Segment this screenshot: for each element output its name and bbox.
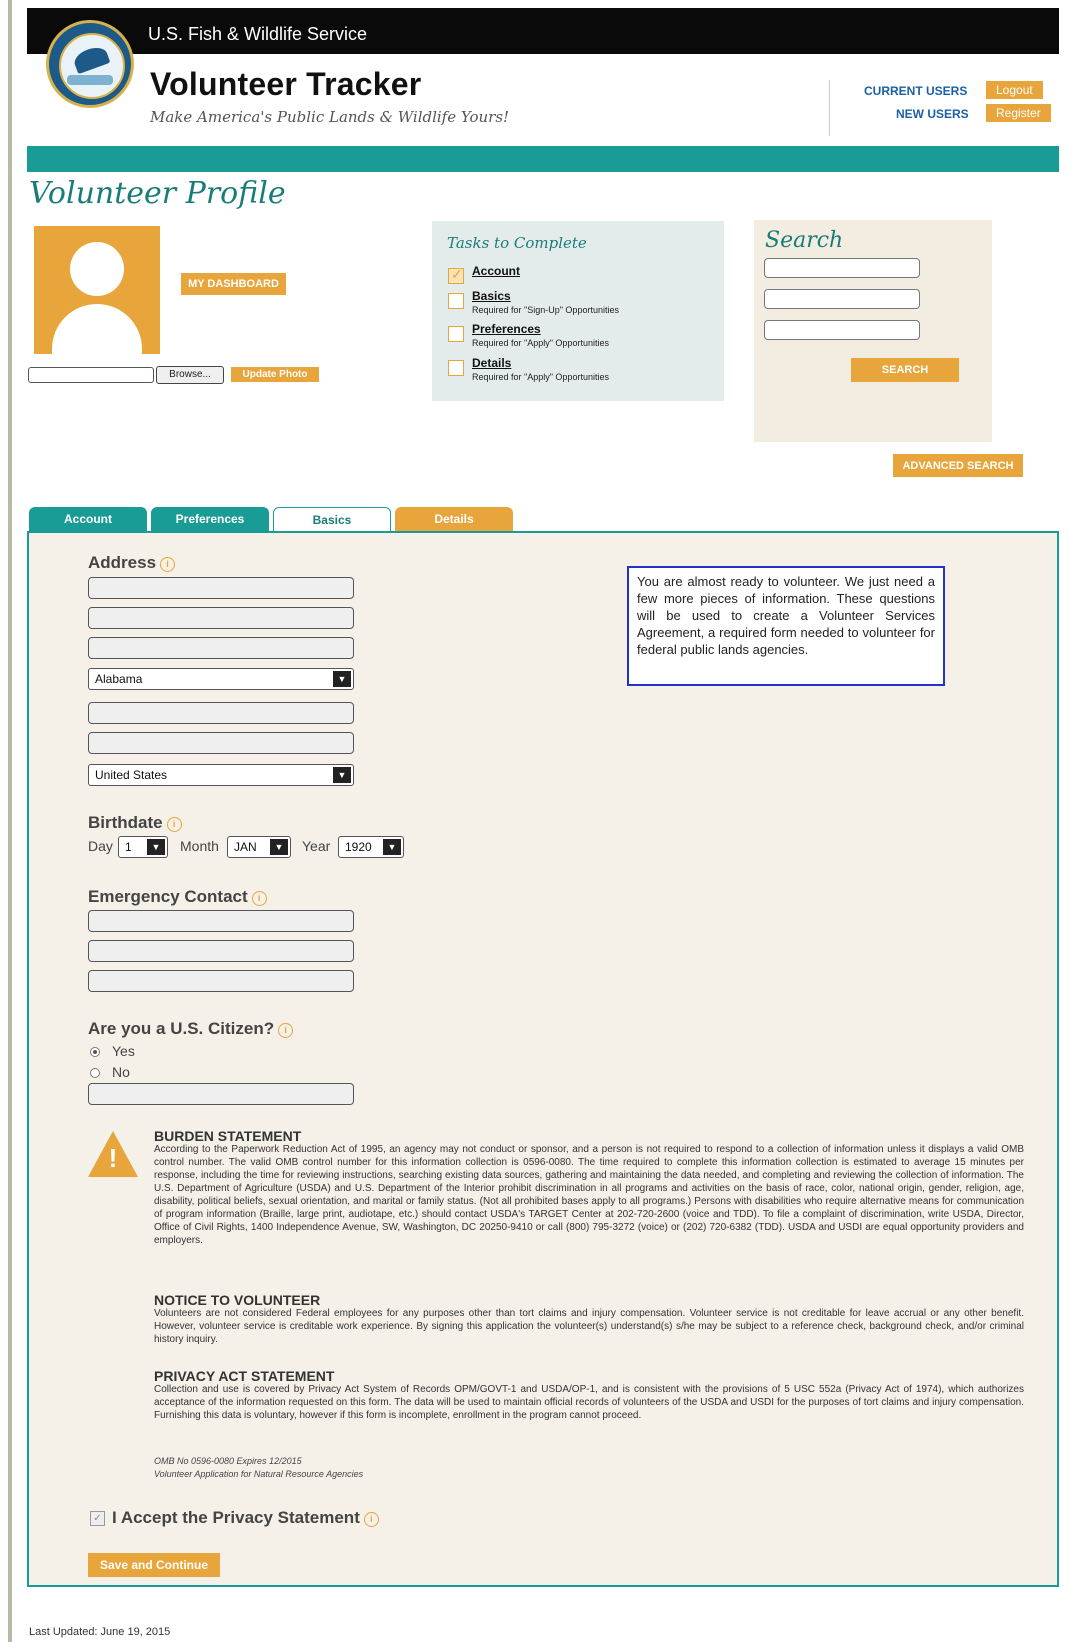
nav-band xyxy=(27,146,1059,172)
task-preferences-checkbox xyxy=(448,326,464,342)
burden-statement: BURDEN STATEMENT According to the Paperw… xyxy=(154,1128,1024,1247)
tab-preferences[interactable]: Preferences xyxy=(151,507,269,531)
task-details-note: Required for "Apply" Opportunities xyxy=(472,372,609,382)
task-basics-note: Required for "Sign-Up" Opportunities xyxy=(472,305,619,315)
month-label: Month xyxy=(180,838,219,854)
agency-name: U.S. Fish & Wildlife Service xyxy=(148,24,368,44)
search-button[interactable]: SEARCH xyxy=(851,358,959,382)
info-icon[interactable]: i xyxy=(166,817,182,832)
chevron-down-icon: ▼ xyxy=(333,767,351,783)
task-account-checkbox xyxy=(448,266,464,284)
chevron-down-icon: ▼ xyxy=(333,671,351,687)
citizen-yes-radio[interactable] xyxy=(90,1047,100,1057)
emergency-name-input[interactable] xyxy=(88,910,354,932)
task-preferences-note: Required for "Apply" Opportunities xyxy=(472,338,609,348)
search-input-3[interactable] xyxy=(764,320,920,340)
citizen-no-radio[interactable] xyxy=(90,1068,100,1078)
info-message-box: You are almost ready to volunteer. We ju… xyxy=(627,566,945,686)
citizen-heading: Are you a U.S. Citizen? i xyxy=(88,1019,294,1039)
app-title: Volunteer Tracker xyxy=(150,66,422,102)
search-input-1[interactable] xyxy=(764,258,920,278)
tab-basics[interactable]: Basics xyxy=(273,507,391,531)
page-title: Volunteer Profile xyxy=(29,176,286,211)
chevron-down-icon: ▼ xyxy=(147,839,165,855)
notice-statement: NOTICE TO VOLUNTEER Volunteers are not c… xyxy=(154,1292,1024,1346)
info-icon[interactable]: i xyxy=(363,1512,379,1527)
info-icon[interactable]: i xyxy=(251,891,267,906)
tab-details[interactable]: Details xyxy=(395,507,513,531)
my-dashboard-button[interactable]: MY DASHBOARD xyxy=(181,273,286,295)
avatar-placeholder xyxy=(34,226,160,354)
citizenship-detail-input[interactable] xyxy=(88,1083,354,1105)
county-input[interactable] xyxy=(88,732,354,754)
month-select[interactable]: JAN ▼ xyxy=(227,836,291,858)
address-line2-input[interactable] xyxy=(88,607,354,629)
register-button[interactable]: Register xyxy=(986,104,1051,122)
birthdate-heading: Birthdate i xyxy=(88,813,182,833)
chevron-down-icon: ▼ xyxy=(270,839,288,855)
page-left-rule xyxy=(8,0,12,1642)
address-line1-input[interactable] xyxy=(88,577,354,599)
browse-button[interactable]: Browse... xyxy=(156,366,224,384)
task-account-link[interactable]: Account xyxy=(472,264,520,278)
privacy-statement: PRIVACY ACT STATEMENT Collection and use… xyxy=(154,1368,1024,1422)
emergency-phone-input[interactable] xyxy=(88,940,354,962)
country-select[interactable]: United States ▼ xyxy=(88,764,354,786)
year-select[interactable]: 1920 ▼ xyxy=(338,836,404,858)
omb-number: OMB No 0596-0080 Expires 12/2015 xyxy=(154,1456,302,1466)
zip-input[interactable] xyxy=(88,702,354,724)
day-select[interactable]: 1 ▼ xyxy=(118,836,168,858)
update-photo-button[interactable]: Update Photo xyxy=(231,367,319,382)
advanced-search-button[interactable]: ADVANCED SEARCH xyxy=(893,454,1023,477)
emergency-relation-input[interactable] xyxy=(88,970,354,992)
state-select[interactable]: Alabama ▼ xyxy=(88,668,354,690)
warning-exclamation: ! xyxy=(108,1143,118,1173)
search-title: Search xyxy=(765,228,844,253)
photo-file-field[interactable] xyxy=(28,367,154,383)
omb-form-name: Volunteer Application for Natural Resour… xyxy=(154,1469,364,1479)
citizen-no-label: No xyxy=(112,1064,130,1080)
task-preferences-link[interactable]: Preferences xyxy=(472,322,541,336)
search-input-2[interactable] xyxy=(764,289,920,309)
info-icon[interactable]: i xyxy=(160,557,176,572)
tasks-title: Tasks to Complete xyxy=(447,234,587,252)
day-label: Day xyxy=(88,838,113,854)
accept-privacy-checkbox[interactable]: ✓ xyxy=(90,1511,105,1526)
task-basics-checkbox xyxy=(448,293,464,309)
task-details-checkbox xyxy=(448,360,464,376)
task-details-link[interactable]: Details xyxy=(472,356,511,370)
chevron-down-icon: ▼ xyxy=(383,839,401,855)
tab-account[interactable]: Account xyxy=(29,507,147,531)
emergency-contact-heading: Emergency Contact i xyxy=(88,887,267,907)
year-label: Year xyxy=(302,838,331,854)
save-and-continue-button[interactable]: Save and Continue xyxy=(88,1553,220,1577)
fws-seal-logo xyxy=(46,20,134,108)
privacy-title: PRIVACY ACT STATEMENT xyxy=(154,1368,335,1384)
current-users-label: CURRENT USERS xyxy=(864,84,968,98)
notice-text: Volunteers are not considered Federal em… xyxy=(154,1308,1024,1345)
tagline: Make America's Public Lands & Wildlife Y… xyxy=(150,108,510,126)
burden-title: BURDEN STATEMENT xyxy=(154,1128,302,1144)
burden-text: According to the Paperwork Reduction Act… xyxy=(154,1144,1024,1246)
last-updated: Last Updated: June 19, 2015 xyxy=(29,1626,171,1638)
address-heading: Address i xyxy=(88,553,176,573)
task-basics-link[interactable]: Basics xyxy=(472,289,511,303)
logout-button[interactable]: Logout xyxy=(986,81,1043,99)
new-users-label: NEW USERS xyxy=(896,107,969,121)
citizen-yes-label: Yes xyxy=(112,1043,135,1059)
header-divider xyxy=(829,80,830,136)
privacy-text: Collection and use is covered by Privacy… xyxy=(154,1384,1024,1421)
notice-title: NOTICE TO VOLUNTEER xyxy=(154,1292,321,1308)
info-icon[interactable]: i xyxy=(278,1023,294,1038)
city-input[interactable] xyxy=(88,637,354,659)
accept-privacy-label: I Accept the Privacy Statement i xyxy=(112,1508,379,1528)
